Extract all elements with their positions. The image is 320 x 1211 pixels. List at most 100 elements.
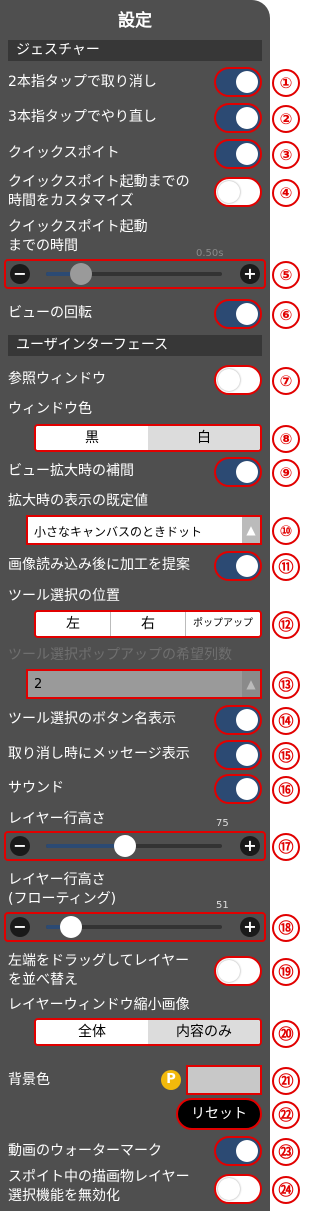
callout-badge: ㉓	[272, 1138, 300, 1166]
toggle-knob	[236, 107, 258, 129]
toggle-knob	[236, 1140, 258, 1162]
quick-time-slider[interactable]: − +	[4, 259, 266, 289]
toggle-knob	[236, 303, 258, 325]
two-finger-undo-toggle[interactable]	[214, 67, 262, 97]
quick-time-value: 0.50s	[196, 248, 224, 259]
callout-badge: ⑯	[272, 776, 300, 804]
layer-thumbnail-content[interactable]: 内容のみ	[148, 1020, 260, 1044]
callout-badge: ㉑	[272, 1067, 300, 1095]
reference-window-label: 参照ウィンドウ	[8, 371, 106, 387]
slider-track[interactable]	[46, 263, 222, 285]
callout-badge: ⑮	[272, 742, 300, 770]
dropdown-value: 小さなキャンバスのときドット	[34, 525, 203, 539]
customize-time-toggle[interactable]	[214, 177, 262, 207]
view-zoom-interp-toggle[interactable]	[214, 457, 262, 487]
eyedropper-disable-layer-toggle[interactable]	[214, 1174, 262, 1204]
callout-badge: ⑭	[272, 707, 300, 735]
premium-badge: P	[161, 1070, 181, 1090]
slider-track[interactable]	[46, 916, 222, 938]
layer-height-floating-label-2: (フローティング)	[8, 891, 117, 907]
plus-icon[interactable]: +	[240, 917, 260, 937]
plus-icon[interactable]: +	[240, 264, 260, 284]
settings-panel: 設定 ジェスチャー 2本指タップで取り消し 3本指タップでやり直し クイックスポ…	[0, 0, 270, 1211]
quick-eyedropper-label: クイックスポイト	[8, 145, 120, 161]
callout-badge: ⑳	[272, 1020, 300, 1048]
tool-position-popup[interactable]: ポップアップ	[185, 612, 260, 636]
callout-badge: ⑱	[272, 914, 300, 942]
drag-reorder-label-2: を並べ替え	[8, 972, 78, 988]
callout-badge: ⑤	[272, 261, 300, 289]
tool-position-left[interactable]: 左	[36, 612, 110, 636]
suggest-processing-toggle[interactable]	[214, 551, 262, 581]
sound-label: サウンド	[8, 780, 64, 796]
toggle-knob	[236, 461, 258, 483]
sound-toggle[interactable]	[214, 774, 262, 804]
eyedropper-disable-layer-label-1: スポイト中の描画物レイヤー	[8, 1169, 190, 1185]
view-rotation-label: ビューの回転	[8, 305, 92, 321]
suggest-processing-label: 画像読み込み後に加工を提案	[8, 557, 190, 573]
window-color-black[interactable]: 黒	[36, 426, 148, 450]
tool-position-segmented[interactable]: 左 右 ポップアップ	[34, 610, 262, 638]
undo-message-toggle[interactable]	[214, 740, 262, 770]
reset-button[interactable]: リセット	[176, 1098, 262, 1130]
zoom-default-dropdown[interactable]: 小さなキャンバスのときドット ▲	[26, 515, 262, 545]
tool-button-names-toggle[interactable]	[214, 705, 262, 735]
layer-height-floating-value: 51	[216, 900, 229, 911]
layer-height-value: 75	[216, 818, 229, 829]
window-color-white[interactable]: 白	[148, 426, 260, 450]
layer-thumbnail-whole[interactable]: 全体	[36, 1020, 148, 1044]
toggle-knob	[218, 369, 240, 391]
callout-badge: ⑦	[272, 367, 300, 395]
zoom-default-label: 拡大時の表示の既定値	[8, 493, 148, 509]
eyedropper-disable-layer-label-2: 選択機能を無効化	[8, 1188, 120, 1204]
panel-title: 設定	[118, 11, 152, 31]
plus-icon[interactable]: +	[240, 836, 260, 856]
slider-thumb[interactable]	[59, 916, 82, 938]
section-interface: ユーザインターフェース	[8, 335, 262, 356]
layer-height-floating-label-1: レイヤー行高さ	[8, 872, 106, 888]
toggle-knob	[236, 71, 258, 93]
callout-badge: ⑩	[272, 517, 300, 545]
slider-thumb[interactable]	[114, 835, 137, 857]
view-zoom-interp-label: ビュー拡大時の補間	[8, 463, 134, 479]
layer-height-floating-slider[interactable]: − +	[4, 912, 266, 942]
callout-badge: ③	[272, 141, 300, 169]
view-rotation-toggle[interactable]	[214, 299, 262, 329]
layer-height-slider[interactable]: − +	[4, 831, 266, 861]
minus-icon[interactable]: −	[10, 264, 30, 284]
toggle-knob	[236, 709, 258, 731]
minus-icon[interactable]: −	[10, 917, 30, 937]
callout-badge: ⑥	[272, 301, 300, 329]
layer-thumbnail-label: レイヤーウィンドウ縮小画像	[8, 997, 190, 1013]
background-color-swatch[interactable]	[186, 1065, 262, 1095]
toggle-knob	[236, 143, 258, 165]
callout-badge: ㉒	[272, 1101, 300, 1129]
callout-badge: ①	[272, 69, 300, 97]
callout-badge: ②	[272, 105, 300, 133]
layer-height-label: レイヤー行高さ	[8, 811, 106, 827]
reference-window-toggle[interactable]	[214, 365, 262, 395]
callout-badge: ⑨	[272, 459, 300, 487]
tool-popup-columns-label: ツール選択ポップアップの希望列数	[8, 647, 232, 663]
drag-reorder-label-1: 左端をドラッグしてレイヤー	[8, 953, 190, 969]
drag-reorder-toggle[interactable]	[214, 956, 262, 986]
minus-icon[interactable]: −	[10, 836, 30, 856]
section-gesture: ジェスチャー	[8, 40, 262, 61]
window-color-segmented[interactable]: 黒 白	[34, 424, 262, 452]
quick-eyedropper-toggle[interactable]	[214, 139, 262, 169]
layer-thumbnail-segmented[interactable]: 全体 内容のみ	[34, 1018, 262, 1046]
triangle-up-icon: ▲	[242, 517, 260, 543]
undo-message-label: 取り消し時にメッセージ表示	[8, 746, 190, 762]
callout-badge: ⑧	[272, 425, 300, 453]
tool-button-names-label: ツール選択のボタン名表示	[8, 711, 176, 727]
toggle-knob	[236, 778, 258, 800]
three-finger-redo-label: 3本指タップでやり直し	[8, 109, 157, 125]
three-finger-redo-toggle[interactable]	[214, 103, 262, 133]
tool-popup-columns-dropdown: 2 ▲	[26, 669, 262, 699]
slider-track[interactable]	[46, 835, 222, 857]
video-watermark-toggle[interactable]	[214, 1136, 262, 1166]
tool-position-right[interactable]: 右	[110, 612, 185, 636]
callout-badge: ⑪	[272, 553, 300, 581]
video-watermark-label: 動画のウォーターマーク	[8, 1143, 162, 1159]
slider-thumb[interactable]	[70, 263, 93, 285]
